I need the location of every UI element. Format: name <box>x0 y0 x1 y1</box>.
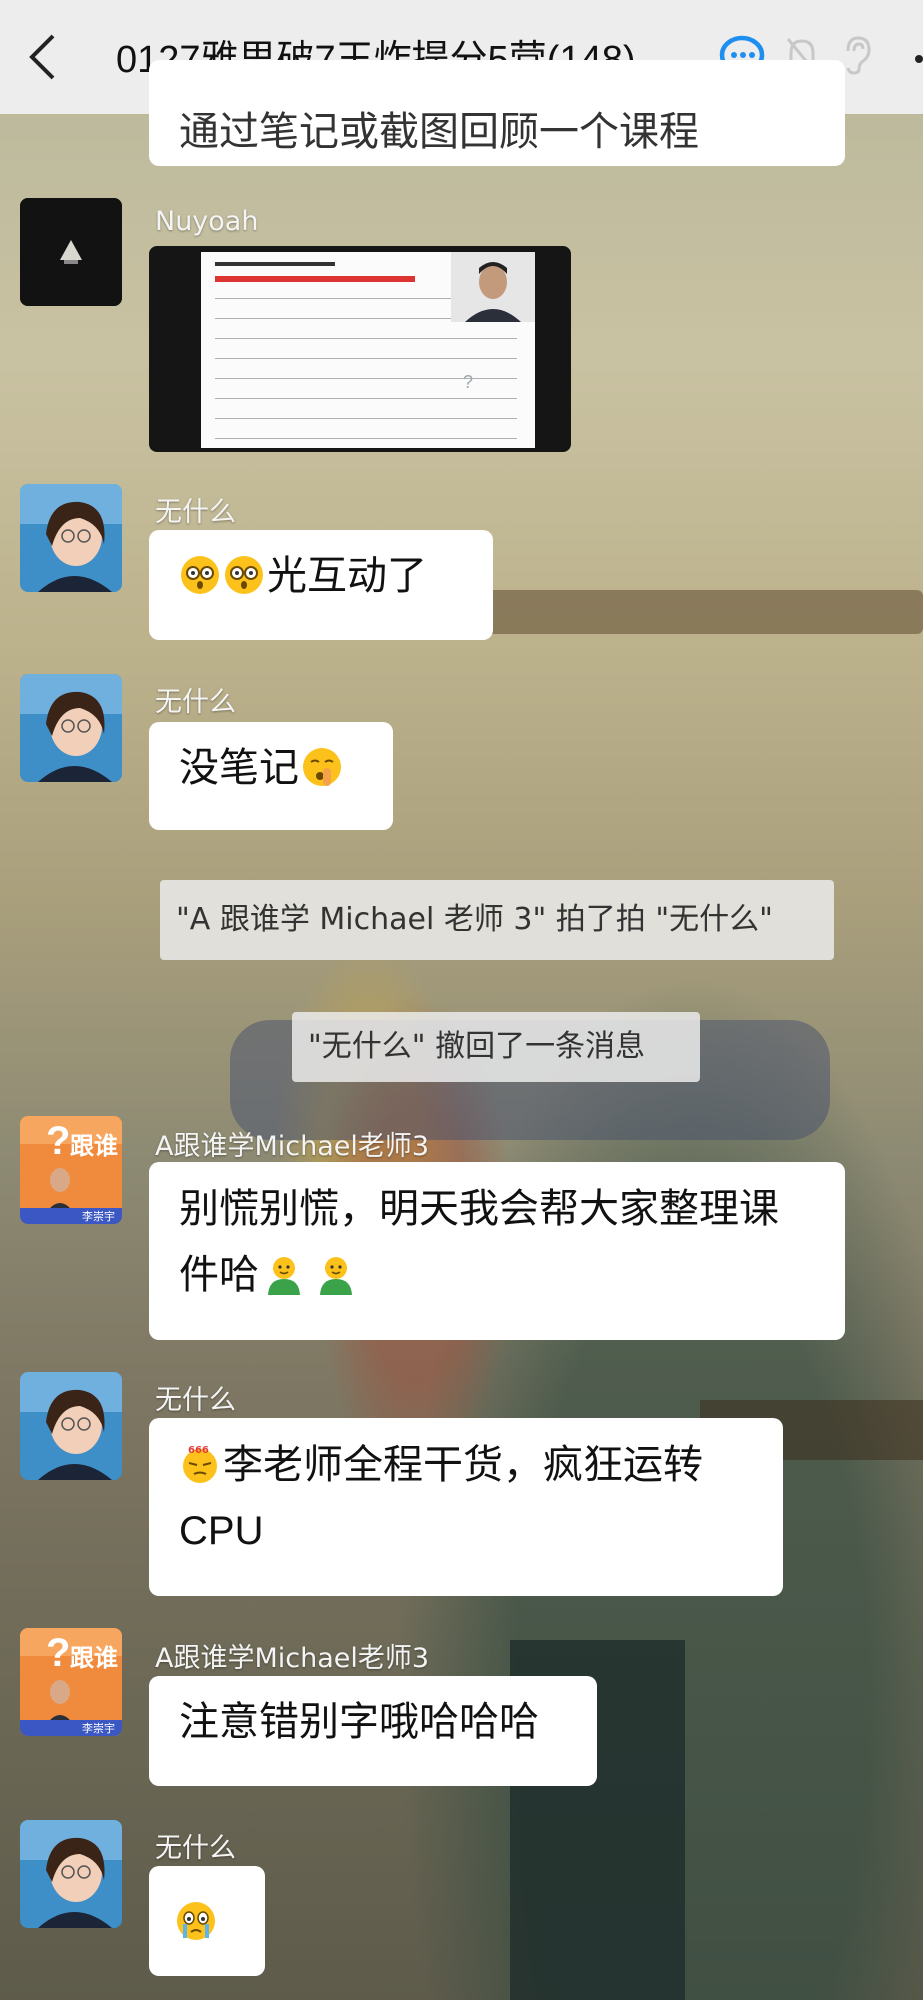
message-bubble[interactable]: 注意错别字哦哈哈哈 <box>149 1676 597 1786</box>
sender-name: 无什么 <box>155 687 236 718</box>
image-message[interactable]: ? <box>149 246 571 452</box>
sender-name: 无什么 <box>155 1385 236 1416</box>
message-bubble[interactable]: 光互动了 <box>149 530 493 640</box>
message-text-line2: 件哈 <box>179 1252 259 1298</box>
system-notice: "A 跟谁学 Michael 老师 3" 拍了拍 "无什么" <box>160 880 834 960</box>
face-icon <box>181 556 219 594</box>
avatar-image <box>20 198 122 306</box>
sender-name: Nuyoah <box>155 206 259 237</box>
avatar[interactable] <box>20 198 122 306</box>
666-face-icon: 666 <box>183 1445 217 1483</box>
shush-face-icon <box>303 748 341 786</box>
svg-text:?: ? <box>46 1119 70 1163</box>
sender-name: A跟谁学Michael老师3 <box>155 1131 430 1162</box>
person-emoji-icon <box>320 1257 352 1295</box>
avatar-image <box>20 1820 122 1928</box>
svg-text:?: ? <box>46 1631 70 1675</box>
message-text: 没笔记 <box>179 745 299 791</box>
svg-text:跟谁: 跟谁 <box>70 1132 118 1160</box>
system-text: "A 跟谁学 Michael 老师 3" 拍了拍 "无什么" <box>176 902 773 937</box>
avatar-image <box>20 484 122 592</box>
teacher-video <box>451 252 535 322</box>
message-bubble[interactable]: 666 李老师全程干货，疯狂运转 CPU <box>149 1418 783 1596</box>
sender-name: 无什么 <box>155 1833 236 1864</box>
avatar[interactable] <box>20 674 122 782</box>
sender-name: 无什么 <box>155 497 236 528</box>
svg-text:跟谁: 跟谁 <box>70 1644 118 1672</box>
message-text-line1: 别慌别慌，明天我会帮大家整理课 <box>179 1186 779 1232</box>
system-text: "无什么" 撤回了一条消息 <box>308 1029 646 1064</box>
message-text: 光互动了 <box>267 553 427 599</box>
avatar-image <box>20 674 122 782</box>
more-options-icon[interactable] <box>902 44 923 74</box>
emoji-badge-text: 666 <box>188 1445 209 1456</box>
sender-name: A跟谁学Michael老师3 <box>155 1643 430 1674</box>
face-icon <box>225 556 263 594</box>
back-button[interactable] <box>22 30 62 84</box>
avatar-image: ? 跟谁 李崇宇 <box>20 1628 122 1736</box>
svg-text:李崇宇: 李崇宇 <box>82 1209 115 1223</box>
svg-text:李崇宇: 李崇宇 <box>82 1721 115 1735</box>
message-bubble[interactable]: 别慌别慌，明天我会帮大家整理课 件哈 <box>149 1162 845 1340</box>
avatar-image <box>20 1372 122 1480</box>
message-text: 注意错别字哦哈哈哈 <box>179 1699 539 1745</box>
message-text-line2: CPU <box>179 1509 264 1553</box>
avatar[interactable] <box>20 484 122 592</box>
person-emoji-icon <box>268 1257 300 1295</box>
earpiece-mode-icon[interactable] <box>842 35 872 75</box>
crying-face-icon <box>177 1902 215 1940</box>
avatar-image: ? 跟谁 李崇宇 <box>20 1116 122 1224</box>
avatar[interactable] <box>20 1372 122 1480</box>
message-bubble-partial[interactable]: 通过笔记或截图回顾一个课程 <box>149 60 845 166</box>
message-bubble[interactable]: 没笔记 <box>149 722 393 830</box>
logo-watermark: ? <box>463 372 474 392</box>
system-notice: "无什么" 撤回了一条消息 <box>292 1012 700 1082</box>
avatar[interactable]: ? 跟谁 李崇宇 <box>20 1116 122 1224</box>
chevron-left-icon <box>29 34 55 80</box>
message-bubble[interactable] <box>149 1866 265 1976</box>
avatar[interactable] <box>20 1820 122 1928</box>
avatar[interactable]: ? 跟谁 李崇宇 <box>20 1628 122 1736</box>
slide-screenshot: ? <box>201 252 535 448</box>
message-text: 通过笔记或截图回顾一个课程 <box>179 109 699 155</box>
message-text-line1: 李老师全程干货，疯狂运转 <box>223 1442 703 1488</box>
